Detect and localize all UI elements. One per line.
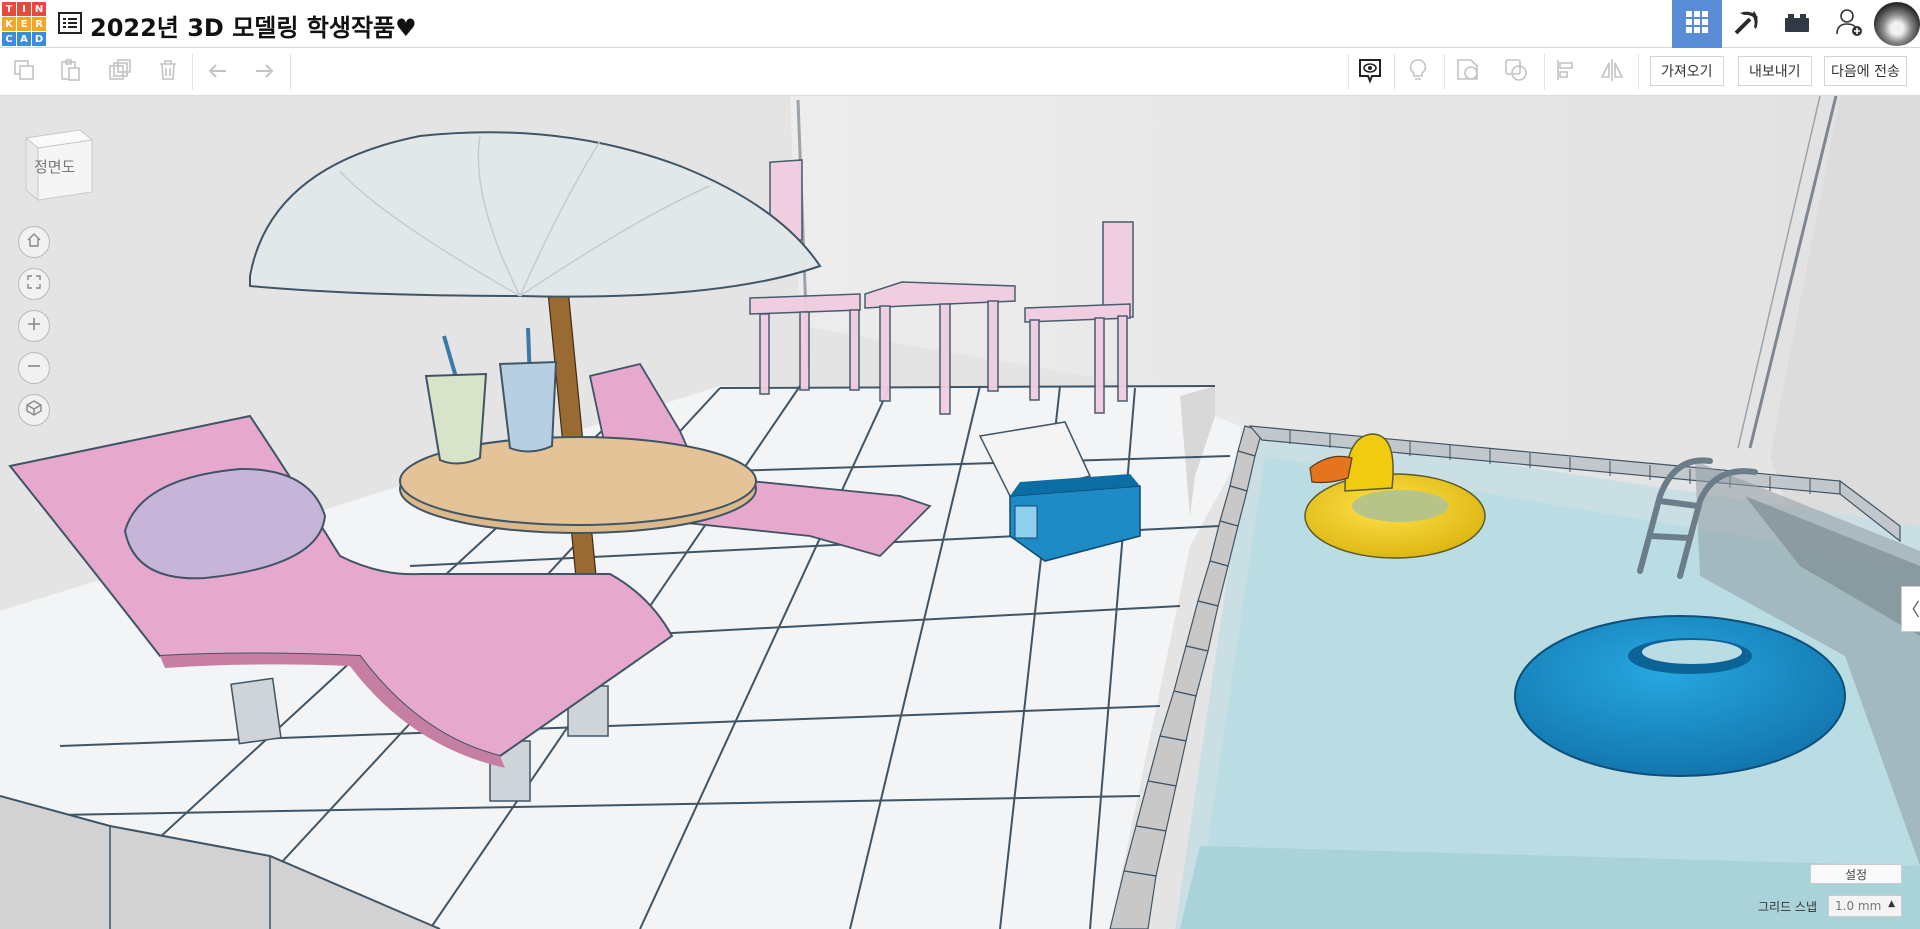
align-button[interactable]: [1550, 56, 1582, 88]
group-button[interactable]: [1500, 56, 1532, 88]
export-button[interactable]: 내보내기: [1738, 56, 1812, 86]
notes-toggle-button[interactable]: [1354, 56, 1386, 88]
grid-view-button[interactable]: [1672, 0, 1722, 48]
workplane-viewport[interactable]: 정면도 〈: [0, 96, 1920, 929]
light-bulb-button[interactable]: [1402, 56, 1434, 88]
notes-toggle-icon: [1356, 56, 1384, 88]
light-bulb-icon: [1406, 58, 1430, 86]
shape-icon: [1455, 57, 1481, 87]
mirror-button[interactable]: [1596, 56, 1628, 88]
fit-all-button[interactable]: [18, 268, 50, 300]
zoom-in-button[interactable]: [18, 310, 50, 342]
send-to-button[interactable]: 다음에 전송: [1824, 56, 1907, 86]
shapes-panel-toggle[interactable]: 〈: [1901, 586, 1920, 632]
caret-up-icon: ▲: [1888, 899, 1895, 909]
logo-letter: C: [2, 32, 16, 46]
view-cube[interactable]: 정면도: [22, 126, 96, 206]
design-title[interactable]: 2022년 3D 모델링 학생작품♥: [90, 8, 417, 43]
logo-letter: A: [17, 32, 31, 46]
perspective-icon: [25, 399, 43, 421]
pickaxe-icon: [1732, 7, 1762, 41]
fit-all-icon: [26, 274, 42, 294]
perspective-button[interactable]: [18, 394, 50, 426]
user-avatar[interactable]: [1874, 2, 1920, 46]
scene-render[interactable]: [0, 96, 1920, 929]
grid-view-icon: [1685, 10, 1709, 38]
undo-button[interactable]: [202, 56, 234, 88]
toolbar-divider: [1444, 54, 1445, 90]
mirror-icon: [1599, 57, 1625, 87]
toolbar-divider: [1544, 54, 1545, 90]
logo-letter: E: [17, 17, 31, 31]
edit-toolbar: 가져오기 내보내기 다음에 전송: [0, 48, 1920, 96]
swim-ring: [1514, 615, 1846, 777]
toolbar-divider: [1394, 54, 1395, 90]
group-icon: [1503, 57, 1529, 87]
logo-letter: I: [17, 2, 31, 16]
redo-button[interactable]: [248, 56, 280, 88]
add-user-icon: [1834, 7, 1864, 41]
toolbar-divider: [290, 54, 291, 90]
zoom-in-icon: [26, 316, 42, 336]
logo-letter: T: [2, 2, 16, 16]
paste-icon: [58, 58, 82, 86]
copy-icon: [12, 58, 36, 86]
logo-letter: R: [32, 17, 46, 31]
toolbar-divider: [1638, 54, 1639, 90]
logo-letter: N: [32, 2, 46, 16]
paste-button[interactable]: [54, 56, 86, 88]
logo-letter: K: [2, 17, 16, 31]
grid-snap-select[interactable]: 1.0 mm ▲: [1828, 895, 1902, 917]
shape-button[interactable]: [1452, 56, 1484, 88]
import-button[interactable]: 가져오기: [1650, 56, 1724, 86]
grid-snap-label: 그리드 스냅: [1758, 900, 1818, 914]
zoom-out-icon: [26, 358, 42, 378]
grid-snap-value: 1.0 mm: [1835, 899, 1882, 913]
invite-user-button[interactable]: [1824, 0, 1874, 48]
design-list-icon[interactable]: [58, 12, 82, 34]
delete-button[interactable]: [152, 56, 184, 88]
minecraft-view-button[interactable]: [1722, 0, 1772, 48]
undo-icon: [206, 58, 230, 86]
delete-icon: [156, 58, 180, 86]
toolbar-divider: [1348, 54, 1349, 90]
duplicate-icon: [108, 58, 132, 86]
logo-letter: D: [32, 32, 46, 46]
copy-button[interactable]: [8, 56, 40, 88]
home-view-button[interactable]: [18, 226, 50, 258]
toolbar-divider: [192, 54, 193, 90]
zoom-out-button[interactable]: [18, 352, 50, 384]
view-cube-label: 정면도: [34, 158, 76, 176]
top-header: T I N K E R C A D 2022년 3D 모델링 학생작품♥: [0, 0, 1920, 48]
settings-button[interactable]: 설정: [1810, 864, 1902, 884]
tinkercad-logo[interactable]: T I N K E R C A D: [2, 2, 46, 46]
align-icon: [1554, 58, 1578, 86]
redo-icon: [252, 58, 276, 86]
brick-view-button[interactable]: [1772, 0, 1822, 48]
home-view-icon: [26, 232, 42, 252]
duplicate-button[interactable]: [104, 56, 136, 88]
bricks-icon: [1783, 10, 1811, 38]
